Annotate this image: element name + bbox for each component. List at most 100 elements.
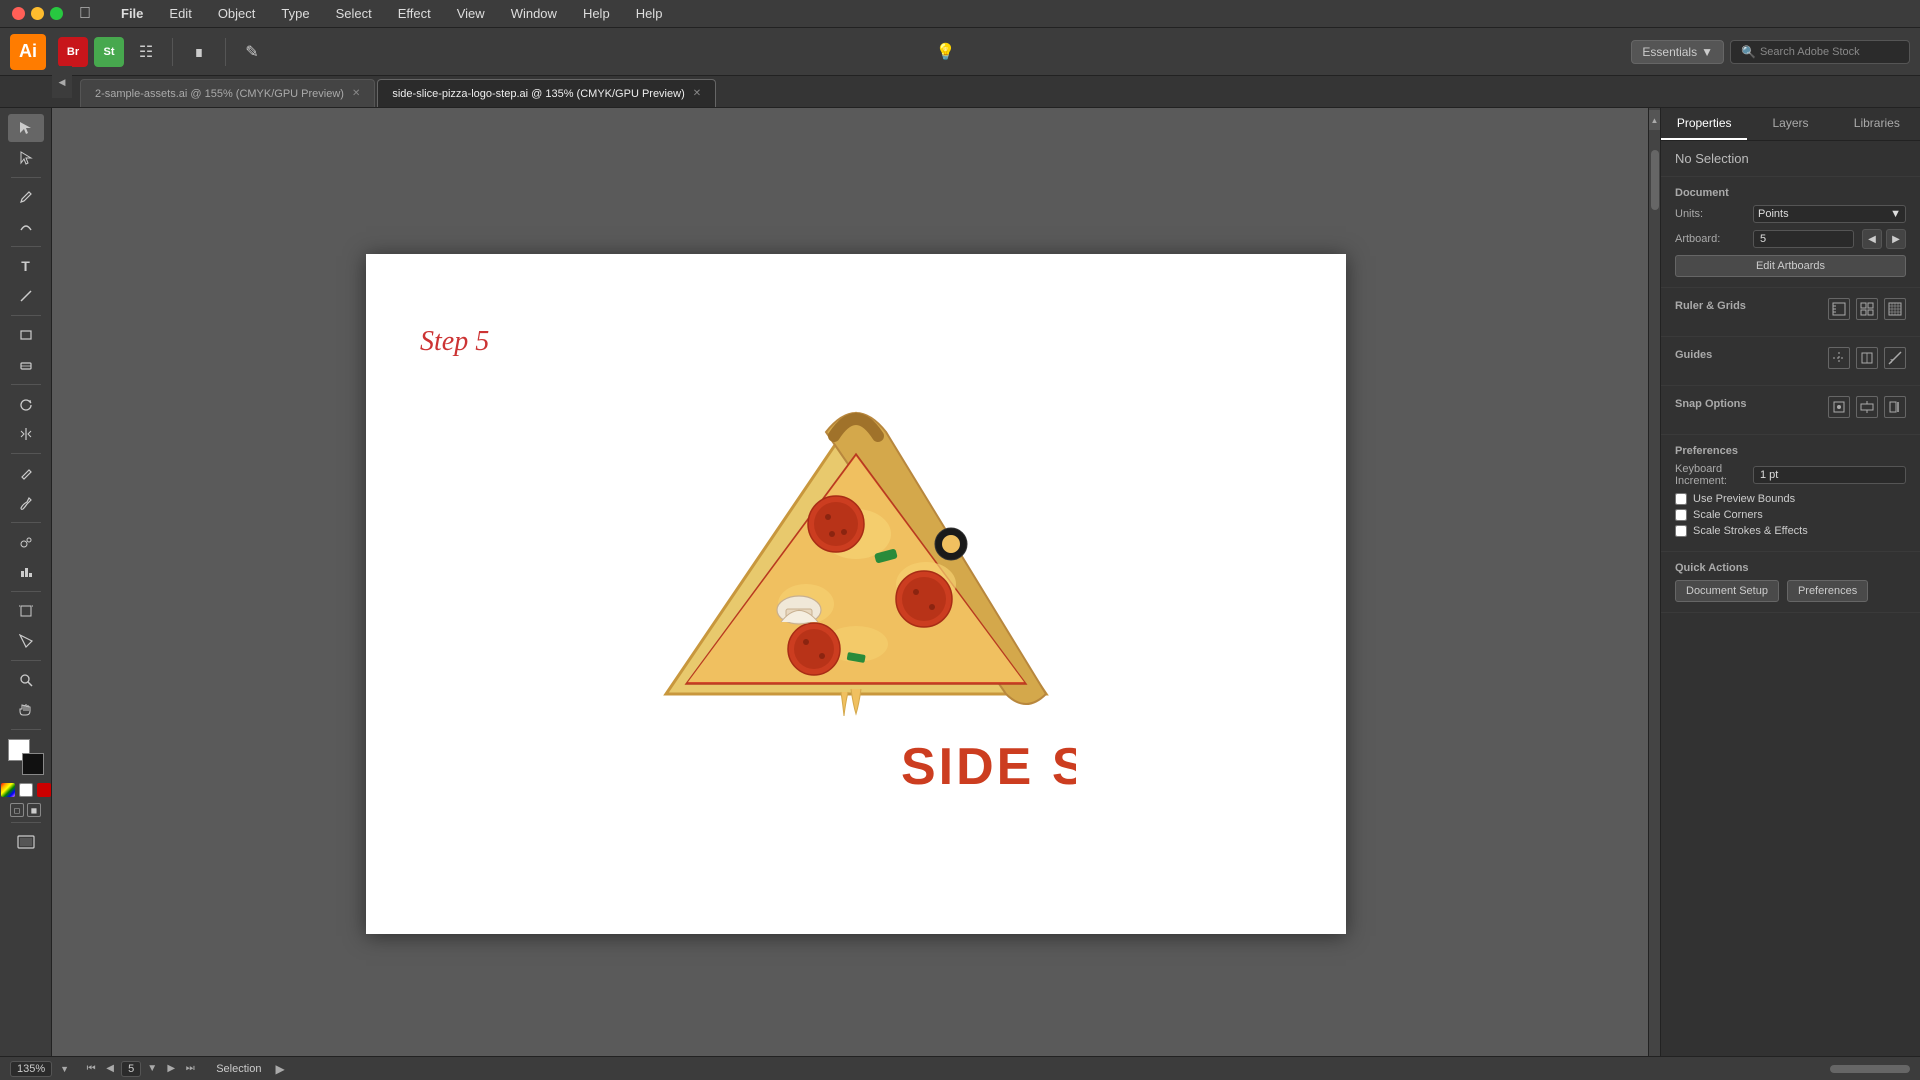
rotate-tool[interactable] — [8, 390, 44, 418]
menu-view[interactable]: Window — [507, 4, 561, 23]
zoom-tool[interactable] — [8, 666, 44, 694]
menu-window[interactable]: Help — [579, 4, 614, 23]
use-preview-bounds-checkbox[interactable] — [1675, 493, 1687, 505]
prev-artboard-button[interactable]: ◀ — [102, 1061, 118, 1077]
edit-artboards-button[interactable]: Edit Artboards — [1675, 255, 1906, 277]
guide-icon-1[interactable] — [1828, 347, 1850, 369]
slice-tool[interactable] — [8, 627, 44, 655]
pen-tool[interactable] — [8, 183, 44, 211]
panel-collapse-icon[interactable]: ◀ — [52, 66, 72, 98]
menu-effect[interactable]: View — [453, 4, 489, 23]
tab-close-icon[interactable]: ✕ — [352, 88, 360, 99]
tab-properties[interactable]: Properties — [1661, 108, 1747, 140]
menu-type[interactable]: Select — [332, 4, 376, 23]
svg-text:SIDE SLICE: SIDE SLICE — [901, 738, 1076, 796]
artboard-num-arrow[interactable]: ▼ — [144, 1061, 160, 1077]
direct-selection-tool[interactable] — [8, 144, 44, 172]
tool-separator-10 — [11, 822, 41, 823]
tab-pizza-logo[interactable]: side-slice-pizza-logo-step.ai @ 135% (CM… — [377, 79, 716, 107]
arrange-icon[interactable]: ∎ — [183, 36, 215, 68]
artboard-tool[interactable] — [8, 597, 44, 625]
behind-draw-icon[interactable]: ◼ — [27, 803, 41, 817]
tool-separator-7 — [11, 591, 41, 592]
pencil-tool[interactable] — [8, 459, 44, 487]
snap-options-section: Snap Options — [1661, 386, 1920, 435]
tab-sample-assets[interactable]: 2-sample-assets.ai @ 155% (CMYK/GPU Prev… — [80, 79, 375, 107]
artboard-next-button[interactable]: ▶ — [1886, 229, 1906, 249]
libraries-icon[interactable]: ☷ — [130, 36, 162, 68]
artboard-value[interactable]: 5 — [1753, 230, 1854, 248]
color-swatches[interactable] — [8, 739, 44, 775]
scale-corners-checkbox[interactable] — [1675, 509, 1687, 521]
selection-tool[interactable] — [8, 114, 44, 142]
essentials-label: Essentials — [1642, 45, 1697, 59]
units-dropdown[interactable]: Points ▼ — [1753, 205, 1906, 223]
blend-tool[interactable] — [8, 528, 44, 556]
color-mode-icon[interactable] — [1, 783, 15, 797]
tab-libraries[interactable]: Libraries — [1834, 108, 1920, 140]
menu-file[interactable]: Edit — [165, 4, 195, 23]
type-tool[interactable]: T — [8, 252, 44, 280]
ruler-grids-section: Ruler & Grids — [1661, 288, 1920, 337]
first-artboard-button[interactable]: ⏮ — [83, 1061, 99, 1077]
menu-illustrator[interactable]: File — [117, 4, 147, 23]
zoom-arrow-icon[interactable]: ▼ — [60, 1064, 69, 1074]
panel-tabs: Properties Layers Libraries — [1661, 108, 1920, 141]
paintbrush-tool[interactable] — [8, 489, 44, 517]
none-mode-icon[interactable] — [19, 783, 33, 797]
rectangle-tool[interactable] — [8, 321, 44, 349]
scroll-up-arrow[interactable]: ▲ — [1649, 110, 1661, 130]
show-grid-icon[interactable] — [1856, 298, 1878, 320]
hand-tool[interactable] — [8, 696, 44, 724]
artboard-prev-button[interactable]: ◀ — [1862, 229, 1882, 249]
bulb-icon[interactable]: 💡 — [932, 38, 960, 66]
red-mode-icon[interactable] — [37, 783, 51, 797]
preferences-button[interactable]: Preferences — [1787, 580, 1868, 602]
artboard: Step 5 — [366, 254, 1346, 934]
stock-button[interactable]: St — [94, 37, 124, 67]
search-icon: 🔍 — [1741, 45, 1756, 59]
snap-icon-2[interactable] — [1856, 396, 1878, 418]
presentation-mode-icon[interactable] — [8, 828, 44, 856]
curvature-tool[interactable] — [8, 213, 44, 241]
reflect-tool[interactable] — [8, 420, 44, 448]
document-setup-button[interactable]: Document Setup — [1675, 580, 1779, 602]
maximize-button[interactable] — [50, 7, 63, 20]
snap-icon-3[interactable] — [1884, 396, 1906, 418]
column-graph-tool[interactable] — [8, 558, 44, 586]
horizontal-scroll-thumb[interactable] — [1830, 1065, 1910, 1073]
menu-select[interactable]: Effect — [394, 4, 435, 23]
guide-icon-2[interactable] — [1856, 347, 1878, 369]
tab-layers[interactable]: Layers — [1747, 108, 1833, 140]
menu-help[interactable]: Help — [632, 4, 667, 23]
close-button[interactable] — [12, 7, 25, 20]
scroll-thumb-vertical[interactable] — [1651, 150, 1659, 210]
bridge-button[interactable]: Br — [58, 37, 88, 67]
guide-icon-3[interactable]: T — [1884, 347, 1906, 369]
units-row: Units: Points ▼ — [1675, 205, 1906, 223]
last-artboard-button[interactable]: ⏭ — [182, 1061, 198, 1077]
keyboard-inc-value[interactable]: 1 pt — [1753, 466, 1906, 484]
vertical-scrollbar[interactable]: ▲ — [1648, 108, 1660, 1080]
scale-strokes-checkbox[interactable] — [1675, 525, 1687, 537]
show-rulers-icon[interactable] — [1828, 298, 1850, 320]
artboard-navigation-bar: ⏮ ◀ 5 ▼ ▶ ⏭ — [83, 1061, 198, 1077]
essentials-dropdown[interactable]: Essentials ▼ — [1631, 40, 1724, 64]
snap-icon-1[interactable] — [1828, 396, 1850, 418]
zoom-display[interactable]: 135% — [10, 1061, 52, 1077]
line-tool[interactable] — [8, 282, 44, 310]
next-artboard-button[interactable]: ▶ — [163, 1061, 179, 1077]
stroke-swatch[interactable] — [22, 753, 44, 775]
ruler-grids-title: Ruler & Grids — [1675, 300, 1820, 312]
menu-edit[interactable]: Object — [214, 4, 260, 23]
eraser-tool[interactable] — [8, 351, 44, 379]
minimize-button[interactable] — [31, 7, 44, 20]
normal-draw-icon[interactable]: ◻ — [10, 803, 24, 817]
brush-icon[interactable]: ✎ — [236, 36, 268, 68]
tab-close-active-icon[interactable]: ✕ — [693, 88, 701, 99]
status-play-icon[interactable]: ▶ — [275, 1062, 284, 1076]
search-stock-input[interactable]: 🔍 Search Adobe Stock — [1730, 40, 1910, 64]
menu-object[interactable]: Type — [277, 4, 313, 23]
artboard-number[interactable]: 5 — [121, 1061, 141, 1077]
pixel-grid-icon[interactable] — [1884, 298, 1906, 320]
